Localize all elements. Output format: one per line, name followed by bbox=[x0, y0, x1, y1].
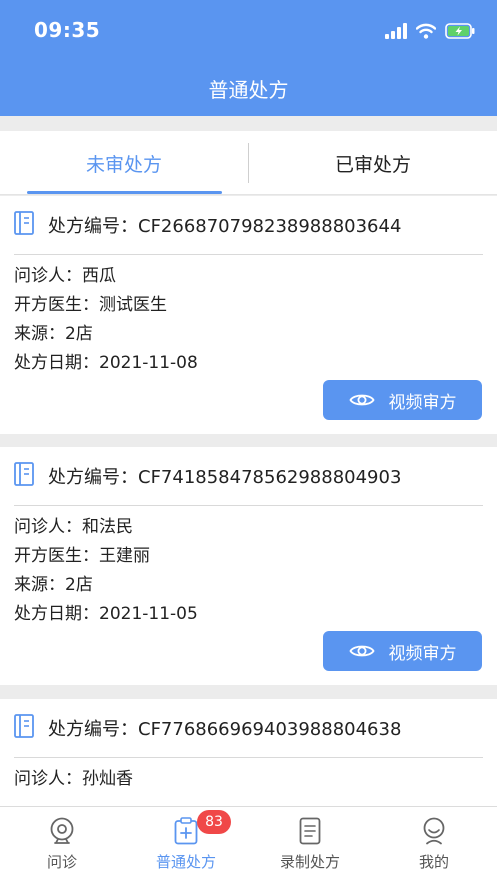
nav-label: 普通处方 bbox=[155, 853, 216, 871]
video-review-button[interactable]: 视频审方 bbox=[323, 631, 482, 671]
card-divider bbox=[14, 757, 483, 758]
card-divider bbox=[14, 254, 483, 255]
prescription-doc-icon bbox=[14, 211, 34, 235]
document-icon bbox=[299, 817, 321, 845]
card-divider bbox=[14, 505, 483, 506]
card-header: 处方编号：CF776866969403988804638 bbox=[0, 699, 497, 757]
tab-bar: 未审处方 已审处方 bbox=[0, 131, 497, 195]
prescription-number: 处方编号：CF741858478562988804903 bbox=[48, 467, 402, 488]
patient-name: 问诊人：孙灿香 bbox=[14, 769, 133, 789]
profile-icon bbox=[423, 817, 445, 845]
prescription-number: 处方编号：CF266870798238988803644 bbox=[48, 216, 402, 237]
video-review-label: 视频审方 bbox=[388, 643, 457, 664]
eye-icon bbox=[348, 645, 375, 657]
card-header: 处方编号：CF741858478562988804903 bbox=[0, 447, 497, 505]
battery-charging-icon bbox=[445, 23, 475, 39]
prescription-card[interactable]: 处方编号：CF776866969403988804638 问诊人：孙灿香 bbox=[0, 699, 497, 806]
prescription-card[interactable]: 处方编号：CF741858478562988804903 问诊人：和法民 开方医… bbox=[0, 447, 497, 685]
prescription-date: 处方日期：2021-11-08 bbox=[14, 353, 198, 373]
nav-item-consultation[interactable]: 问诊 bbox=[0, 807, 124, 883]
video-review-label: 视频审方 bbox=[388, 392, 457, 413]
prescription-source: 来源：2店 bbox=[14, 575, 93, 595]
prescription-number: 处方编号：CF776866969403988804638 bbox=[48, 719, 402, 740]
patient-name: 问诊人：和法民 bbox=[14, 517, 133, 537]
app-header: 09:35 普通处方 bbox=[0, 0, 497, 116]
prescription-source: 来源：2店 bbox=[14, 324, 93, 344]
video-review-button[interactable]: 视频审方 bbox=[323, 380, 482, 420]
nav-label: 问诊 bbox=[46, 853, 77, 871]
signal-icon bbox=[385, 23, 407, 39]
nav-item-profile[interactable]: 我的 bbox=[372, 807, 496, 883]
clipboard-plus-icon bbox=[174, 817, 198, 845]
prescribing-doctor: 开方医生：王建丽 bbox=[14, 546, 150, 566]
tab-reviewed[interactable]: 已审处方 bbox=[249, 131, 497, 195]
nav-item-record[interactable]: 录制处方 bbox=[248, 807, 372, 883]
prescription-doc-icon bbox=[14, 714, 34, 738]
nav-item-prescription[interactable]: 83 普通处方 bbox=[124, 807, 248, 883]
tab-pending[interactable]: 未审处方 bbox=[0, 131, 248, 195]
notification-badge: 83 bbox=[197, 810, 231, 834]
prescription-card[interactable]: 处方编号：CF266870798238988803644 问诊人：西瓜 开方医生… bbox=[0, 196, 497, 434]
prescribing-doctor: 开方医生：测试医生 bbox=[14, 295, 167, 315]
patient-name: 问诊人：西瓜 bbox=[14, 266, 116, 286]
nav-label: 我的 bbox=[418, 853, 449, 871]
bottom-nav: 问诊 83 普通处方 录制处方 我的 bbox=[0, 806, 497, 883]
status-time: 09:35 bbox=[34, 18, 101, 42]
active-tab-indicator bbox=[27, 191, 222, 194]
nav-label: 录制处方 bbox=[279, 853, 340, 871]
status-bar: 09:35 bbox=[0, 0, 497, 60]
prescription-doc-icon bbox=[14, 462, 34, 486]
card-header: 处方编号：CF266870798238988803644 bbox=[0, 196, 497, 254]
camera-icon bbox=[50, 817, 74, 844]
prescription-date: 处方日期：2021-11-05 bbox=[14, 604, 198, 624]
page-title: 普通处方 bbox=[208, 78, 289, 102]
wifi-icon bbox=[416, 23, 436, 39]
eye-icon bbox=[348, 394, 375, 406]
status-icons bbox=[385, 20, 475, 42]
